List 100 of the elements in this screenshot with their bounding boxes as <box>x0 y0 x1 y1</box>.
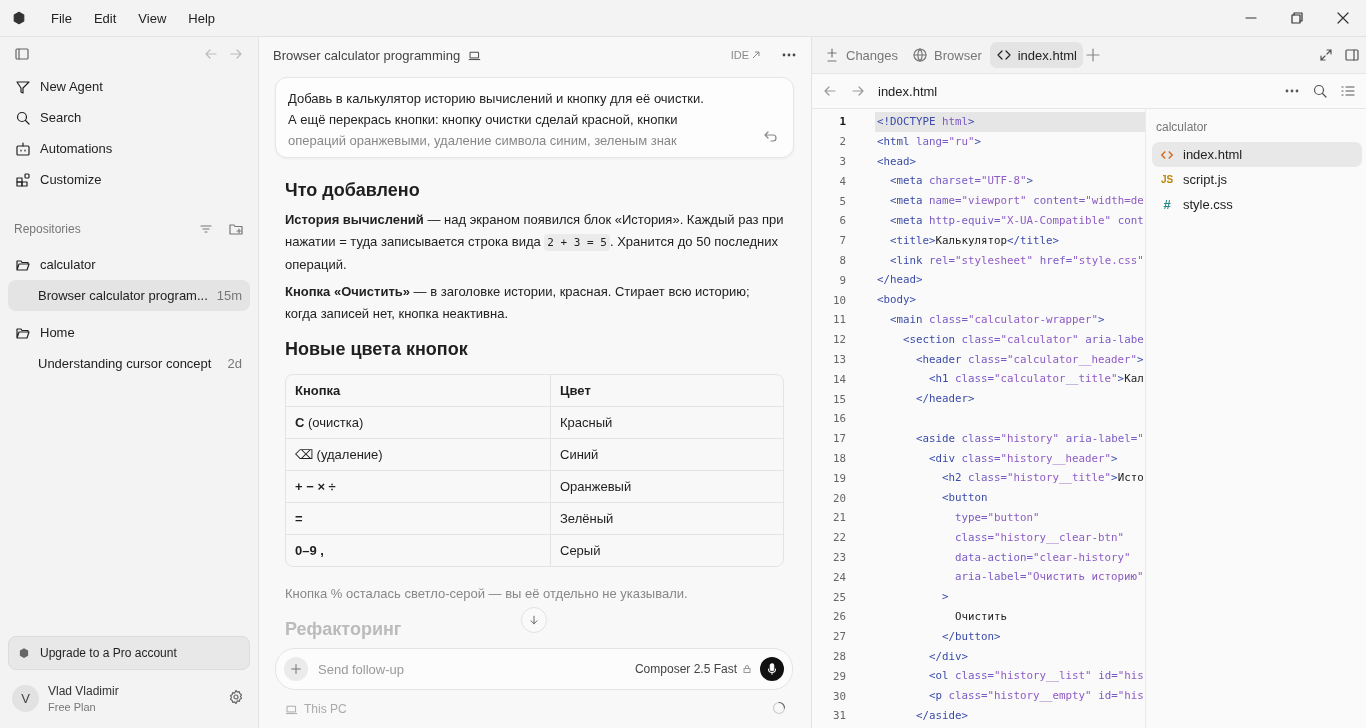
line-number: 28 <box>832 649 846 663</box>
sidebar-toggle-icon[interactable] <box>14 46 30 62</box>
table-cell: С (очистка) <box>286 407 551 439</box>
composer-field[interactable]: Send follow-up Composer 2.5 Fast <box>275 648 793 690</box>
code-line: <main class="calculator-wrapper"> <box>889 311 1106 328</box>
nav-item[interactable]: Automations <box>8 133 250 164</box>
code-line: </div> <box>928 648 970 665</box>
code-line: <section class="calculator" aria-labe <box>902 331 1145 348</box>
nav-item[interactable]: Customize <box>8 164 250 195</box>
folder-item[interactable]: Home <box>8 317 250 348</box>
line-number: 29 <box>832 669 846 683</box>
cube-icon <box>18 647 30 659</box>
file-tree-item[interactable]: JS script.js <box>1152 167 1362 192</box>
line-number: 7 <box>838 234 846 248</box>
nav-item[interactable]: Search <box>8 102 250 133</box>
add-tab-icon[interactable] <box>1085 47 1101 63</box>
code-line: <body> <box>876 292 918 309</box>
table-cell: 0–9 , <box>286 535 551 566</box>
user-name: Vlad Vladimir <box>48 683 119 698</box>
expand-icon[interactable] <box>1318 47 1334 63</box>
microphone-icon <box>765 662 779 676</box>
table-cell: = <box>286 503 551 535</box>
code-line: <button <box>941 490 989 507</box>
menu-item[interactable]: Help <box>177 6 227 30</box>
nav-item[interactable]: New Agent <box>8 71 250 102</box>
add-button[interactable] <box>284 657 308 681</box>
code-line: <ol class="history__list" id="his <box>928 668 1145 685</box>
file-name: index.html <box>1183 147 1243 162</box>
scroll-down-button[interactable] <box>521 607 547 633</box>
outline-icon[interactable] <box>1340 83 1356 99</box>
section-heading: Что добавлено <box>285 180 421 201</box>
code-line: <title>Калькулятор</title> <box>889 232 1061 249</box>
editor-tab[interactable]: index.html <box>989 42 1083 68</box>
chat-item[interactable]: Browser calculator program... 15m <box>8 280 250 311</box>
menu-item[interactable]: Edit <box>82 6 128 30</box>
line-number: 30 <box>832 689 846 703</box>
restore-icon[interactable] <box>1289 10 1305 26</box>
line-number: 8 <box>838 253 846 267</box>
line-number: 15 <box>832 392 846 406</box>
blocks-icon <box>15 171 31 188</box>
plus-icon <box>289 662 303 676</box>
folder-item[interactable]: calculator <box>8 249 250 280</box>
code-line: <html lang="ru"> <box>876 133 983 150</box>
code-line: <meta charset="UTF-8"> <box>889 173 1035 190</box>
code-line: <h2 class="history__title">Исто <box>941 470 1145 487</box>
line-number: 10 <box>832 293 846 307</box>
chat-item[interactable]: Understanding cursor concept 2d <box>8 348 250 379</box>
line-number: 23 <box>832 550 846 564</box>
code-line: data-action="clear-history" <box>954 549 1132 566</box>
code-line: > <box>941 589 950 606</box>
chat-age: 2d <box>227 356 242 371</box>
prompt-text: операций оранжевыми, удаление символа синим, зеленым знак <box>288 132 678 150</box>
code-line: aria-label="Очистить историю" <box>954 569 1145 586</box>
settings-icon[interactable] <box>228 688 244 705</box>
line-number: 14 <box>832 372 846 386</box>
column-header: Цвет <box>551 375 783 407</box>
globe-icon <box>912 47 929 63</box>
file-name: style.css <box>1183 197 1233 212</box>
editor-tab[interactable]: Changes <box>818 42 905 68</box>
code-line: <meta http-equiv="X-UA-Compatible" cont <box>889 213 1145 229</box>
code-line: <header class="calculator__header"> <box>915 351 1145 368</box>
mic-button[interactable] <box>760 657 784 681</box>
editor-tab[interactable]: Browser <box>906 42 988 68</box>
search-icon <box>15 109 31 126</box>
line-number: 21 <box>832 511 846 525</box>
folder-label: calculator <box>1155 119 1209 136</box>
line-number: 9 <box>838 273 846 287</box>
new-folder-icon[interactable] <box>228 221 244 237</box>
line-number: 4 <box>838 174 846 188</box>
code-line: <p class="history__empty" id="his <box>928 688 1145 705</box>
menu-item[interactable]: View <box>127 6 178 30</box>
code-line: <link rel="stylesheet" href="style.css" <box>889 252 1145 269</box>
table-cell: Зелёный <box>551 503 783 535</box>
table-cell: Красный <box>551 407 783 439</box>
line-number: 18 <box>832 451 846 465</box>
line-number: 16 <box>832 412 846 426</box>
close-icon[interactable] <box>1335 10 1351 26</box>
external-link-icon <box>751 50 761 60</box>
upgrade-button[interactable]: Upgrade to a Pro account <box>8 636 250 670</box>
line-number: 13 <box>832 352 846 366</box>
code-line: </head> <box>876 272 924 289</box>
section-label: Repositories <box>14 222 81 236</box>
chat-title: Browser calculator program... <box>38 288 208 303</box>
funnel-icon <box>15 78 31 95</box>
section-heading: Новые цвета кнопок <box>285 339 469 360</box>
chat-title: Understanding cursor concept <box>38 356 212 371</box>
file-tree-item[interactable]: # style.css <box>1152 192 1362 217</box>
search-icon[interactable] <box>1312 83 1328 99</box>
model-selector[interactable]: Composer 2.5 Fast <box>634 662 752 676</box>
code-line: class="history__clear-btn" <box>954 529 1126 546</box>
user-plan: Free Plan <box>48 700 97 713</box>
location-label: This PC <box>304 702 347 716</box>
line-number: 11 <box>832 313 846 327</box>
paragraph: Кнопка «Очистить» — в заголовке истории, красная. Стирает всю историю; когда записей нет, кнопка неактивна. <box>285 283 751 323</box>
file-tree-item[interactable]: index.html <box>1152 142 1362 167</box>
paragraph: История вычислений — над экраном появился блок «История». Каждый раз при нажатии = туда записывается строка вида 2 + 3 = 5 . Хранится до 50 последних операций. <box>285 211 784 274</box>
panel-toggle-icon[interactable] <box>1344 47 1360 63</box>
line-number: 24 <box>832 570 846 584</box>
line-number: 25 <box>832 590 846 604</box>
menu-item[interactable]: File <box>40 6 83 30</box>
